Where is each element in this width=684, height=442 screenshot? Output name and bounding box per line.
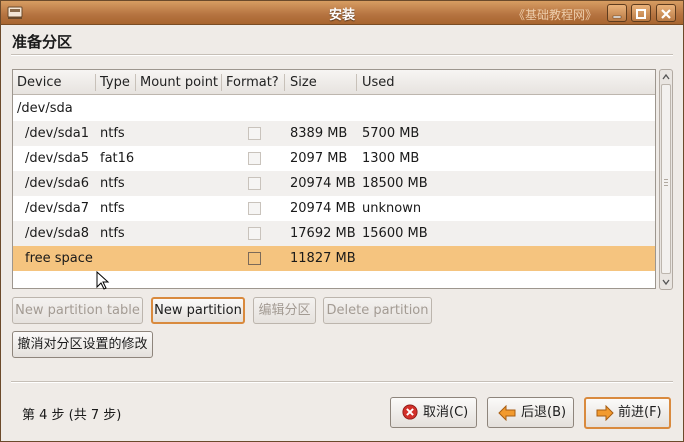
type-cell: fat16 (100, 151, 135, 166)
column-header-format[interactable]: Format? (222, 70, 279, 95)
device-cell: /dev/sda (17, 101, 73, 116)
table-row[interactable]: /dev/sda8 ntfs 17692 MB 15600 MB (13, 221, 655, 246)
close-icon (661, 9, 671, 19)
minimize-button[interactable] (607, 4, 627, 22)
scroll-up-icon[interactable] (662, 73, 670, 81)
format-checkbox[interactable] (248, 252, 261, 265)
scrollbar-thumb[interactable] (661, 84, 671, 274)
size-cell: 2097 MB (290, 151, 348, 166)
mouse-cursor-icon (96, 271, 110, 290)
column-header-used[interactable]: Used (358, 70, 395, 95)
page-title: 准备分区 (12, 33, 73, 51)
table-row[interactable]: /dev/sda (13, 96, 655, 121)
type-cell: ntfs (100, 201, 125, 216)
title-bar[interactable]: 安装 《基础教程网》 (1, 1, 683, 25)
undo-changes-button[interactable]: 撤消对分区设置的修改 (12, 331, 153, 358)
column-header-size[interactable]: Size (286, 70, 317, 95)
format-checkbox[interactable] (248, 127, 261, 140)
watermark-text: 《基础教程网》 (513, 8, 598, 22)
table-row[interactable]: /dev/sda6 ntfs 20974 MB 18500 MB (13, 171, 655, 196)
arrow-right-icon (596, 405, 614, 421)
new-partition-table-button[interactable]: New partition table (12, 297, 143, 324)
format-checkbox[interactable] (248, 202, 261, 215)
table-row[interactable]: /dev/sda1 ntfs 8389 MB 5700 MB (13, 121, 655, 146)
device-cell: /dev/sda7 (25, 201, 89, 216)
forward-button[interactable]: 前进(F) (584, 397, 671, 429)
size-cell: 20974 MB (290, 176, 356, 191)
type-cell: ntfs (100, 226, 125, 241)
device-cell: free space (25, 251, 93, 266)
column-header-device[interactable]: Device (13, 70, 61, 95)
format-checkbox[interactable] (248, 152, 261, 165)
used-cell: unknown (362, 201, 422, 216)
column-header-type[interactable]: Type (96, 70, 130, 95)
edit-partition-button[interactable]: 编辑分区 (253, 297, 316, 324)
maximize-icon (636, 9, 646, 19)
partition-table[interactable]: Device Type Mount point Format? Size Use… (12, 69, 656, 290)
size-cell: 20974 MB (290, 201, 356, 216)
maximize-button[interactable] (631, 4, 651, 22)
used-cell: 5700 MB (362, 126, 420, 141)
back-label: 后退(B) (521, 405, 567, 420)
header-divider (11, 54, 673, 56)
grip-line (664, 179, 668, 180)
type-cell: ntfs (100, 126, 125, 141)
column-divider (356, 74, 357, 91)
device-cell: /dev/sda6 (25, 176, 89, 191)
size-cell: 8389 MB (290, 126, 348, 141)
table-row[interactable]: /dev/sda7 ntfs 20974 MB unknown (13, 196, 655, 221)
delete-partition-button[interactable]: Delete partition (323, 297, 432, 324)
column-header-mount-point[interactable]: Mount point (136, 70, 218, 95)
grip-line (664, 182, 668, 183)
device-cell: /dev/sda8 (25, 226, 89, 241)
device-cell: /dev/sda1 (25, 126, 89, 141)
table-scrollbar[interactable] (659, 69, 673, 290)
arrow-left-icon (498, 405, 516, 421)
table-row-selected[interactable]: free space 11827 MB (13, 246, 655, 271)
cancel-label: 取消(C) (423, 405, 469, 420)
table-header: Device Type Mount point Format? Size Use… (13, 70, 655, 95)
step-indicator: 第 4 步 (共 7 步) (22, 408, 122, 423)
close-button[interactable] (656, 4, 676, 22)
used-cell: 18500 MB (362, 176, 428, 191)
used-cell: 1300 MB (362, 151, 420, 166)
cancel-icon (402, 404, 418, 420)
grip-line (664, 185, 668, 186)
installer-window: 安装 《基础教程网》 准备分区 Device Type Mount point (0, 0, 684, 442)
type-cell: ntfs (100, 176, 125, 191)
device-cell: /dev/sda5 (25, 151, 89, 166)
format-checkbox[interactable] (248, 227, 261, 240)
column-divider (284, 74, 285, 91)
footer-divider (11, 381, 673, 383)
scroll-down-icon[interactable] (662, 278, 670, 286)
forward-label: 前进(F) (618, 405, 662, 420)
used-cell: 15600 MB (362, 226, 428, 241)
cancel-button[interactable]: 取消(C) (390, 397, 477, 428)
size-cell: 17692 MB (290, 226, 356, 241)
minimize-icon (612, 15, 622, 19)
new-partition-button[interactable]: New partition (151, 297, 245, 324)
format-checkbox[interactable] (248, 177, 261, 190)
back-button[interactable]: 后退(B) (487, 397, 574, 428)
table-row[interactable]: /dev/sda5 fat16 2097 MB 1300 MB (13, 146, 655, 171)
size-cell: 11827 MB (290, 251, 356, 266)
